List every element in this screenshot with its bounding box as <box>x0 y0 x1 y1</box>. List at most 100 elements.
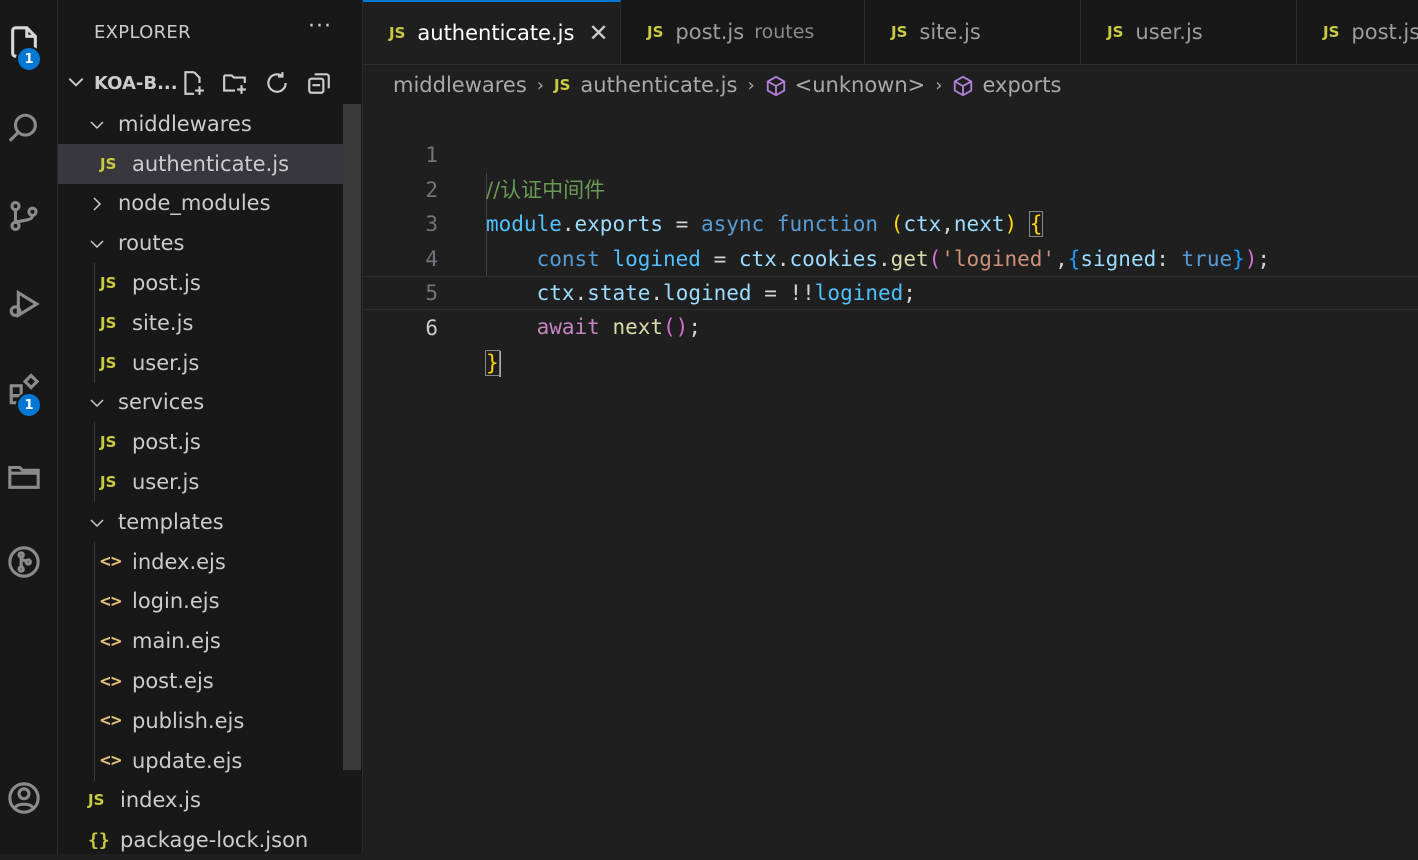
tab-user-js[interactable]: JS user.js <box>1081 0 1297 64</box>
tree-file[interactable]: JS site.js <box>58 302 343 343</box>
js-file-icon: JS <box>891 23 908 41</box>
indent-guide <box>94 661 95 701</box>
chevron-down-icon <box>88 513 106 531</box>
indent-guide <box>94 342 95 383</box>
tree-item-label: index.js <box>120 788 201 813</box>
chevron-down-icon <box>88 234 106 252</box>
tree-item-label: publish.ejs <box>132 708 245 733</box>
js-file-icon: JS <box>100 433 117 452</box>
tree-folder[interactable]: routes <box>58 223 343 263</box>
code-line[interactable]: 1 //认证中间件 <box>363 104 1418 201</box>
tree-file[interactable]: <> update.ejs <box>58 740 343 781</box>
tab-post-js-routes[interactable]: JS post.js routes <box>621 0 865 64</box>
folder-icon[interactable] <box>0 452 48 500</box>
chevron-down-icon <box>66 72 86 96</box>
chevron-right-icon: › <box>747 74 755 96</box>
source-control-icon[interactable] <box>0 192 48 240</box>
chevron-right-icon: › <box>536 74 544 96</box>
tree-item-label: site.js <box>132 310 194 335</box>
tab-label: site.js <box>919 20 981 44</box>
indent-guide <box>94 422 95 463</box>
ejs-file-icon: <> <box>100 670 122 692</box>
tab-authenticate-js[interactable]: JS authenticate.js ✕ <box>363 0 621 64</box>
tree-item-label: package-lock.json <box>120 828 309 853</box>
tree-folder[interactable]: node_modules <box>58 184 343 224</box>
code-line-current[interactable]: 6 } <box>363 275 1418 377</box>
chevron-down-icon <box>88 393 106 411</box>
extensions-badge: 1 <box>16 392 42 418</box>
project-actions <box>178 68 334 98</box>
symbol-cube-icon <box>765 73 787 97</box>
chevron-right-icon <box>88 194 106 212</box>
activity-bar: 1 1 <box>0 0 58 854</box>
code-line[interactable]: 2 module.exports = async function (ctx,n… <box>363 138 1418 238</box>
ejs-file-icon: <> <box>100 750 122 772</box>
breadcrumb: middlewares › JS authenticate.js › <unkn… <box>393 66 1061 104</box>
indent-guide <box>94 263 95 303</box>
ejs-file-icon: <> <box>100 590 122 612</box>
tree-folder[interactable]: services <box>58 383 343 423</box>
indent-guide <box>94 302 95 343</box>
js-file-icon: JS <box>100 274 117 293</box>
git-graph-icon[interactable] <box>0 538 48 586</box>
tree-file[interactable]: JS index.js <box>58 781 343 821</box>
tree-item-label: update.ejs <box>132 748 243 773</box>
tab-post-js[interactable]: JS post.js <box>1297 0 1418 64</box>
indent-guide <box>94 740 95 781</box>
ejs-file-icon: <> <box>100 710 122 732</box>
project-header[interactable]: KOA-B... <box>58 64 362 102</box>
tree-item-label: middlewares <box>118 111 252 136</box>
explorer-sidebar: EXPLORER ··· KOA-B... middlewares JS authe… <box>58 0 363 854</box>
tree-file[interactable]: <> post.ejs <box>58 661 343 701</box>
json-file-icon: {} <box>88 829 110 851</box>
tree-file[interactable]: <> index.ejs <box>58 541 343 582</box>
code-text: await next(); <box>536 315 701 340</box>
code-editor[interactable]: 1 //认证中间件 2 module.exports = async funct… <box>363 104 1418 377</box>
breadcrumb-folder[interactable]: middlewares <box>393 73 527 97</box>
account-icon[interactable] <box>0 774 48 822</box>
indent-guide <box>94 621 95 662</box>
breadcrumb-file[interactable]: authenticate.js <box>580 73 737 97</box>
js-file-icon: JS <box>389 24 406 42</box>
tree-file[interactable]: JS post.js <box>58 422 343 463</box>
run-debug-icon[interactable] <box>0 280 48 328</box>
tree-file[interactable]: JS post.js <box>58 263 343 303</box>
js-file-icon: JS <box>1323 23 1340 41</box>
chevron-right-icon: › <box>935 74 943 96</box>
new-file-icon[interactable] <box>178 68 208 98</box>
explorer-badge: 1 <box>16 46 42 72</box>
tree-file[interactable]: JS user.js <box>58 342 343 383</box>
tree-folder[interactable]: templates <box>58 502 343 542</box>
new-folder-icon[interactable] <box>220 68 250 98</box>
tab-site-js[interactable]: JS site.js <box>865 0 1081 64</box>
more-actions-button[interactable]: ··· <box>308 14 332 39</box>
tab-description: routes <box>754 21 815 43</box>
tree-file[interactable]: <> login.ejs <box>58 581 343 622</box>
collapse-all-icon[interactable] <box>304 68 334 98</box>
tree-folder[interactable]: middlewares <box>58 104 343 144</box>
code-line[interactable]: 5 await next(); <box>363 242 1418 339</box>
sidebar-scrollbar[interactable] <box>343 104 361 770</box>
breadcrumb-symbol-exports[interactable]: exports <box>982 73 1061 97</box>
tree-file[interactable]: {} package-lock.json <box>58 820 343 860</box>
tree-file[interactable]: JS authenticate.js <box>58 143 343 184</box>
search-icon[interactable] <box>0 104 48 152</box>
js-file-icon: JS <box>100 313 117 332</box>
tree-file[interactable]: <> publish.ejs <box>58 700 343 741</box>
close-icon[interactable]: ✕ <box>588 19 608 47</box>
js-file-icon: JS <box>647 23 664 41</box>
tree-file[interactable]: <> main.ejs <box>58 621 343 662</box>
indent-guide <box>94 581 95 622</box>
tree-item-label: user.js <box>132 470 200 495</box>
code-line[interactable]: 4 ctx.state.logined = !!logined; <box>363 207 1418 305</box>
tree-item-label: main.ejs <box>132 629 221 654</box>
tree-file[interactable]: JS user.js <box>58 462 343 502</box>
code-line[interactable]: 3 const logined = ctx.cookies.get('login… <box>363 173 1418 270</box>
refresh-icon[interactable] <box>262 68 292 98</box>
tree-item-label: routes <box>118 231 185 256</box>
tree-item-label: post.js <box>132 430 201 455</box>
code-text: } <box>485 349 501 377</box>
breadcrumb-symbol-unknown[interactable]: <unknown> <box>795 73 926 97</box>
js-file-icon: JS <box>100 473 117 492</box>
js-file-icon: JS <box>554 76 571 94</box>
